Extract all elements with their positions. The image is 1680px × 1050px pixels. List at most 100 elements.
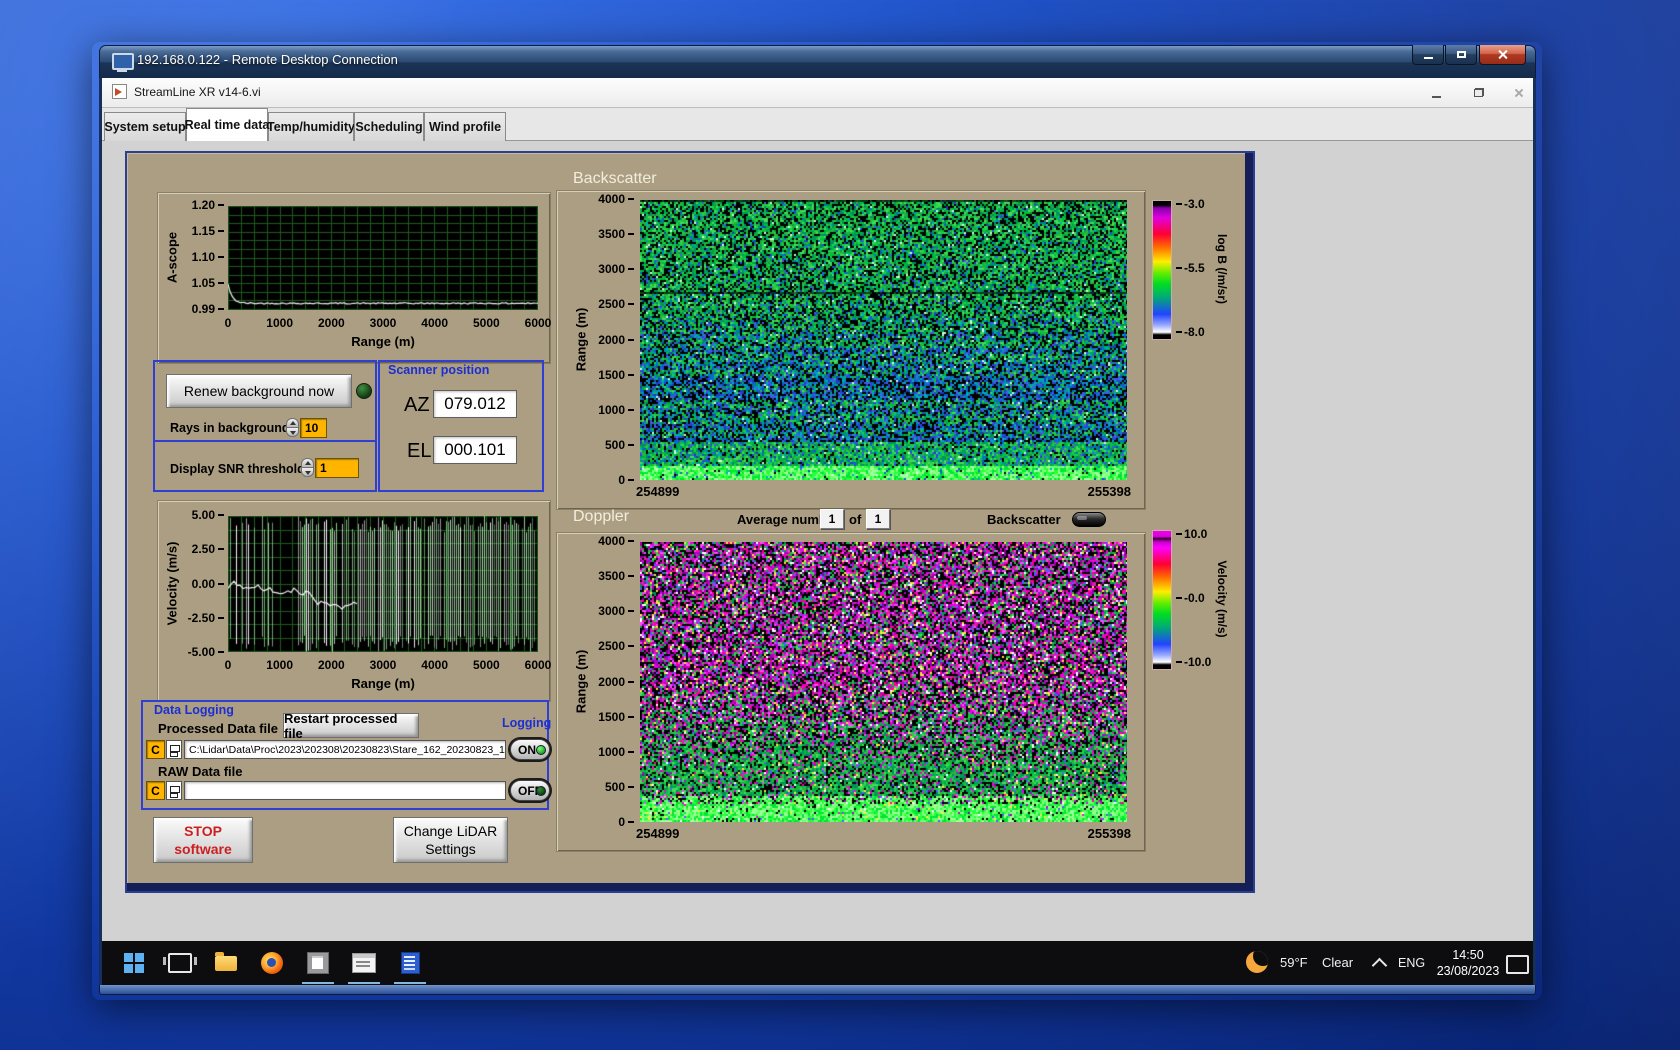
raw-logging-toggle[interactable]: OFF [508,778,552,803]
document-app-icon [400,952,420,974]
restart-processed-file-button[interactable]: Restart processed file [283,711,419,741]
on-led-icon [536,745,546,755]
tab-real-time-data[interactable]: Real time data [184,108,270,141]
file-explorer-button[interactable] [204,941,248,985]
vi-close-button[interactable] [1506,83,1531,102]
change-line1: Change LiDAR [403,823,498,839]
folder-icon [215,951,237,971]
change-lidar-settings-button[interactable]: Change LiDAR Settings [393,817,508,863]
rdp-maximize-button[interactable] [1445,45,1477,65]
velocity-x-axis-label: Range (m) [351,676,415,691]
snr-spinner[interactable] [301,458,314,478]
tray-expand-button[interactable] [1371,957,1388,974]
stop-software-button[interactable]: STOP software [153,817,253,863]
tick-label: 1500 [598,368,634,382]
scan-scheduler-button[interactable] [342,941,386,985]
backscatter-heatmap [640,200,1127,480]
tick-label: 0 [618,474,634,487]
tick-label: 4000 [598,535,634,548]
doppler-heatmap [640,542,1127,822]
tab-label: Wind profile [428,120,502,134]
vi-minimize-button[interactable] [1424,83,1449,102]
tick-label: 1.10 [192,251,224,264]
tick-label: 1000 [266,316,294,330]
rdp-minimize-button[interactable] [1412,45,1444,65]
az-label: AZ [404,394,430,416]
tab-label: Scheduling [355,120,423,134]
tab-scheduling[interactable]: Scheduling [354,112,424,141]
close-icon [1514,88,1524,98]
renew-background-button[interactable]: Renew background now [166,374,352,408]
x-start-label: 254899 [636,484,680,499]
average-number-field[interactable]: 1 [820,509,844,529]
spinner-down-icon[interactable] [301,467,314,477]
processed-path-field[interactable]: C:\Lidar\Data\Proc\2023\202308\20230823\… [184,740,506,759]
tick-label: -10.0 [1176,656,1211,669]
backscatter-display-toggle[interactable] [1072,512,1106,527]
tab-system-setup[interactable]: System setup [104,112,186,141]
tick-label: 0.99 [192,303,224,316]
backscatter-y-ticks: 4000 3500 3000 2500 2000 1500 1000 500 0 [592,193,634,487]
labview-vi-icon [112,84,127,99]
tab-wind-profile[interactable]: Wind profile [424,112,506,141]
minimize-icon [1432,95,1441,98]
rdp-window-bottom-border [99,985,1536,995]
raw-data-file-label: RAW Data file [158,764,243,779]
velocity-plot [228,516,538,652]
tick-label: 2500 [598,640,634,653]
el-label: EL [407,440,432,462]
task-view-button[interactable] [158,941,202,985]
processed-logging-toggle[interactable]: ON [508,737,552,762]
tick-label: 3000 [598,605,634,618]
tab-temp-humidity[interactable]: Temp/humidity [267,112,355,141]
weather-temperature[interactable]: 59°F [1280,955,1308,970]
rdp-close-button[interactable] [1479,45,1526,65]
tick-label: 500 [605,780,634,794]
doppler-y-axis-label: Range (m) [573,649,589,714]
clock-time: 14:50 [1452,948,1484,962]
group-divider [153,440,377,442]
task-view-icon [163,953,197,973]
ra w-drive-box[interactable]: C [146,781,165,800]
logging-label: Logging [502,716,552,730]
start-button[interactable] [112,941,156,985]
action-center-button[interactable] [1506,955,1529,974]
processed-browse-button[interactable] [166,740,182,759]
average-total-field[interactable]: 1 [866,509,890,529]
tick-label: 2000 [317,658,345,672]
weather-condition[interactable]: Clear [1322,955,1353,970]
tick-label: -5.00 [188,646,224,659]
vi-restore-button[interactable] [1466,83,1491,102]
labview-app-button[interactable] [296,941,340,985]
snr-value-field[interactable]: 1 [315,458,359,478]
velocity-y-ticks: 5.00 2.50 0.00 -2.50 -5.00 [174,509,224,659]
minimize-icon [1423,56,1433,59]
tab-label: Temp/humidity [267,120,355,134]
doppler-colorbar-label: Velocity (m/s) [1215,560,1229,638]
firefox-icon [261,952,283,974]
document-app-button[interactable] [388,941,432,985]
raw-path-field[interactable] [184,781,506,800]
active-app-indicator [302,982,334,984]
snr-threshold-label: Display SNR threshold [170,462,305,476]
firefox-button[interactable] [250,941,294,985]
spinner-down-icon[interactable] [286,427,299,437]
rays-value-field[interactable]: 10 [300,418,327,438]
processed-drive-box[interactable]: C [146,740,165,759]
vi-titlebar[interactable] [102,78,1533,108]
language-indicator[interactable]: ENG [1398,956,1425,970]
scanner-position-group [378,360,544,492]
tab-label: Real time data [184,118,270,132]
raw-browse-button[interactable] [166,781,182,800]
tick-label: 2.50 [192,543,224,556]
doppler-x-range: 254899 255398 [636,826,1131,842]
rdp-window-title: 192.168.0.122 - Remote Desktop Connectio… [137,52,398,67]
windows-start-icon [124,953,144,973]
tick-label: 2500 [598,298,634,311]
processed-data-file-label: Processed Data file [158,721,278,736]
tick-label: 0.00 [192,577,224,591]
clock[interactable]: 14:50 23/08/2023 [1436,947,1500,979]
weather-button[interactable] [1246,951,1268,973]
chevron-up-icon [1371,957,1388,974]
rays-spinner[interactable] [286,418,299,438]
